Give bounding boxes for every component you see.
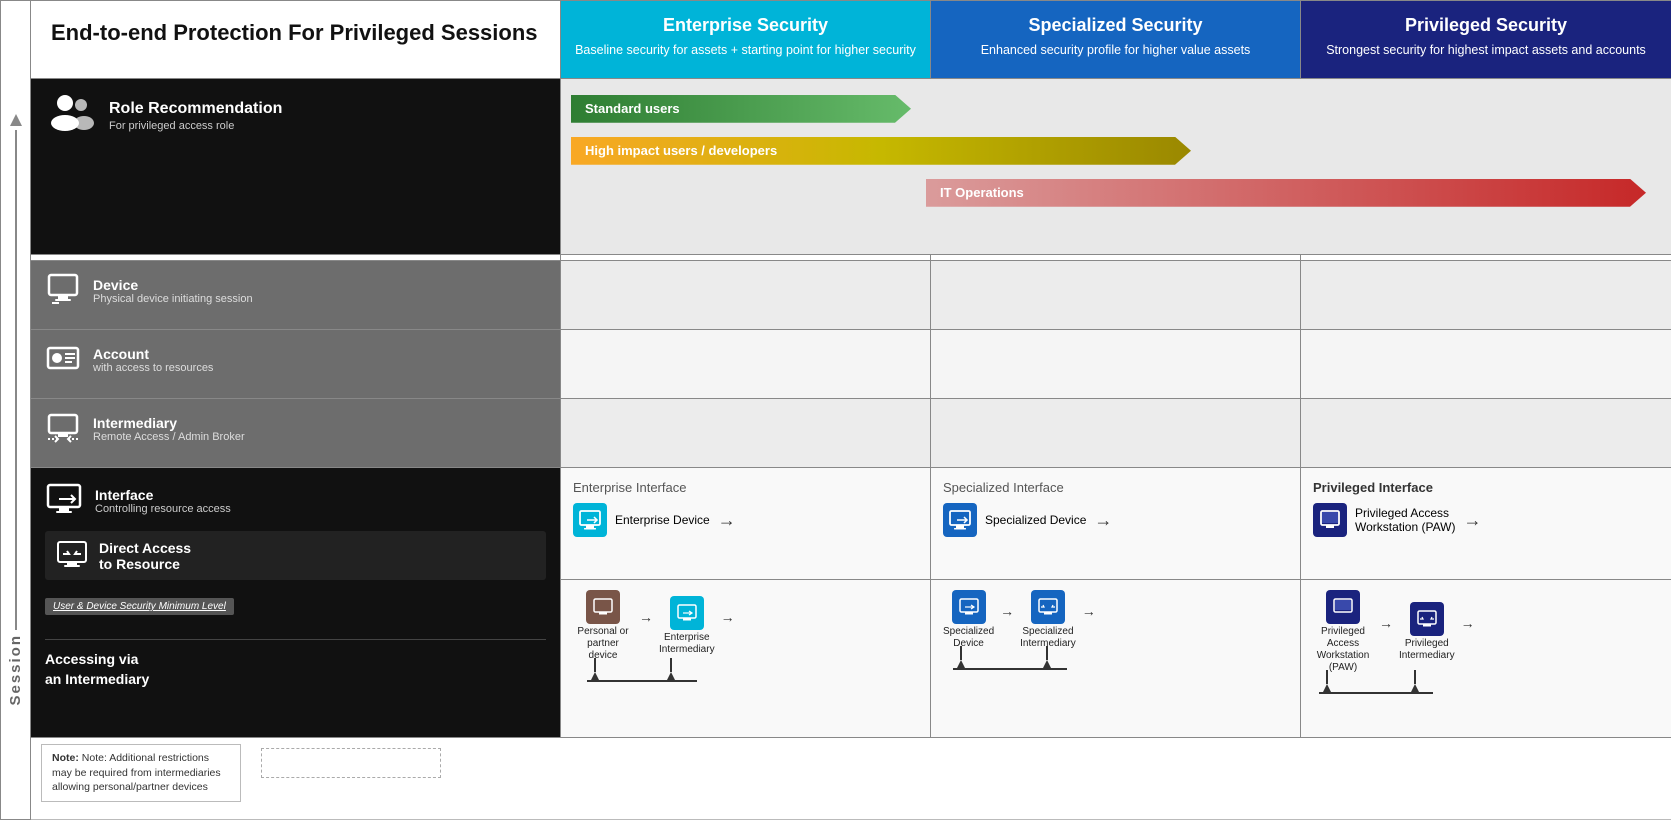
privileged-intermediary-icon xyxy=(1410,602,1444,636)
specialized-intermediary-icon xyxy=(1031,590,1065,624)
privileged-header: Privileged Security Strongest security f… xyxy=(1301,1,1671,79)
privileged-intermediary-label: PrivilegedIntermediary xyxy=(1399,638,1455,662)
interface-left-cell: Interface Controlling resource access xyxy=(31,468,561,738)
it-ops-label: IT Operations xyxy=(940,185,1024,200)
specialized-device-icon2 xyxy=(952,590,986,624)
specialized-device-icon xyxy=(943,503,977,537)
interface-icon xyxy=(45,480,83,521)
min-level-badge: User & Device Security Minimum Level xyxy=(45,598,234,615)
specialized-device-label: Specialized Device xyxy=(985,513,1086,527)
people-icon xyxy=(47,93,95,131)
high-impact-label: High impact users / developers xyxy=(585,143,777,158)
enterprise-arrow: → xyxy=(718,510,736,531)
privileged-device-label: Privileged Access Workstation (PAW) xyxy=(1355,506,1455,534)
direct-access-icon xyxy=(55,537,89,574)
standard-users-bar: Standard users xyxy=(571,95,1671,123)
session-up-arrow xyxy=(10,114,22,126)
note-row: Note: Note: Additional restrictions may … xyxy=(31,738,1671,820)
intermediary-row-left: Intermediary Remote Access / Admin Broke… xyxy=(31,399,561,468)
paw-label: Privileged AccessWorkstation (PAW) xyxy=(1313,626,1373,674)
high-impact-bar: High impact users / developers xyxy=(571,137,1671,165)
enterprise-title: Enterprise Security xyxy=(571,15,920,36)
accessing-title: Accessing viaan Intermediary xyxy=(45,650,546,689)
intermediary-icon xyxy=(45,409,81,448)
account-row-left: Account with access to resources xyxy=(31,330,561,399)
enterprise-desc: Baseline security for assets + starting … xyxy=(571,42,920,60)
interface-title: Interface xyxy=(95,487,231,503)
standard-users-label: Standard users xyxy=(585,101,680,116)
intermediary-enterprise-cell xyxy=(561,399,931,468)
privileged-interface-cell: Privileged Interface Privileged Access W… xyxy=(1301,468,1671,579)
privileged-device-icon xyxy=(1313,503,1347,537)
role-left-cell: Role Recommendation For privileged acces… xyxy=(31,78,561,254)
specialized-header: Specialized Security Enhanced security p… xyxy=(931,1,1301,79)
enterprise-intermediary-cell: Personal orpartner device → xyxy=(561,579,931,737)
intermediary-specialized-cell xyxy=(931,399,1301,468)
personal-device-label: Personal orpartner device xyxy=(573,626,633,662)
privileged-interface-label: Privileged Interface xyxy=(1313,480,1659,495)
device-privileged-cell xyxy=(1301,261,1671,330)
dashed-indicator xyxy=(261,748,441,778)
role-title: Role Recommendation xyxy=(109,100,282,118)
enterprise-intermediary-icon xyxy=(670,596,704,630)
session-label: Session xyxy=(7,634,24,706)
enterprise-intermediary-label: EnterpriseIntermediary xyxy=(659,632,715,656)
intermediary-subtitle: Remote Access / Admin Broker xyxy=(93,431,245,443)
main-title-cell: End-to-end Protection For Privileged Ses… xyxy=(31,1,561,79)
privileged-desc: Strongest security for highest impact as… xyxy=(1311,42,1661,60)
specialized-interface-label: Specialized Interface xyxy=(943,480,1288,495)
device-subtitle: Physical device initiating session xyxy=(93,293,253,305)
specialized-arrow: → xyxy=(1094,510,1112,531)
role-arrows-cell: Standard users High impact users / devel… xyxy=(561,78,1671,254)
session-line xyxy=(15,130,17,630)
account-subtitle: with access to resources xyxy=(93,362,213,374)
device-row-left: Device Physical device initiating sessio… xyxy=(31,261,561,330)
specialized-desc: Enhanced security profile for higher val… xyxy=(941,42,1290,60)
privileged-arrow: → xyxy=(1463,510,1481,531)
interface-subtitle: Controlling resource access xyxy=(95,503,231,515)
enterprise-device-label: Enterprise Device xyxy=(615,513,710,527)
device-title: Device xyxy=(93,277,253,293)
note-box: Note: Note: Additional restrictions may … xyxy=(41,744,241,802)
direct-access-title: Direct Accessto Resource xyxy=(99,540,191,572)
device-enterprise-cell xyxy=(561,261,931,330)
account-icon xyxy=(45,340,81,379)
intermediary-title: Intermediary xyxy=(93,415,245,431)
enterprise-interface-label: Enterprise Interface xyxy=(573,480,918,495)
main-title: End-to-end Protection For Privileged Ses… xyxy=(51,19,540,48)
device-specialized-cell xyxy=(931,261,1301,330)
it-ops-bar: IT Operations xyxy=(926,179,1671,207)
intermediary-privileged-cell xyxy=(1301,399,1671,468)
personal-device-icon xyxy=(586,590,620,624)
privileged-intermediary-cell: Privileged AccessWorkstation (PAW) → xyxy=(1301,579,1671,737)
account-specialized-cell xyxy=(931,330,1301,399)
role-icon xyxy=(47,93,95,140)
account-title: Account xyxy=(93,346,213,362)
device-icon xyxy=(45,271,81,310)
specialized-title: Specialized Security xyxy=(941,15,1290,36)
paw-icon xyxy=(1326,590,1360,624)
privileged-title: Privileged Security xyxy=(1311,15,1661,36)
enterprise-device-icon xyxy=(573,503,607,537)
enterprise-interface-cell: Enterprise Interface Enterprise Devi xyxy=(561,468,931,579)
specialized-interface-cell: Specialized Interface Specialized De xyxy=(931,468,1301,579)
account-enterprise-cell xyxy=(561,330,931,399)
specialized-intermediary-cell: SpecializedDevice → xyxy=(931,579,1301,737)
note-label: Note: xyxy=(52,752,79,764)
role-subtitle: For privileged access role xyxy=(109,120,282,132)
specialized-device-label2: SpecializedDevice xyxy=(943,626,994,650)
enterprise-header: Enterprise Security Baseline security fo… xyxy=(561,1,931,79)
account-privileged-cell xyxy=(1301,330,1671,399)
